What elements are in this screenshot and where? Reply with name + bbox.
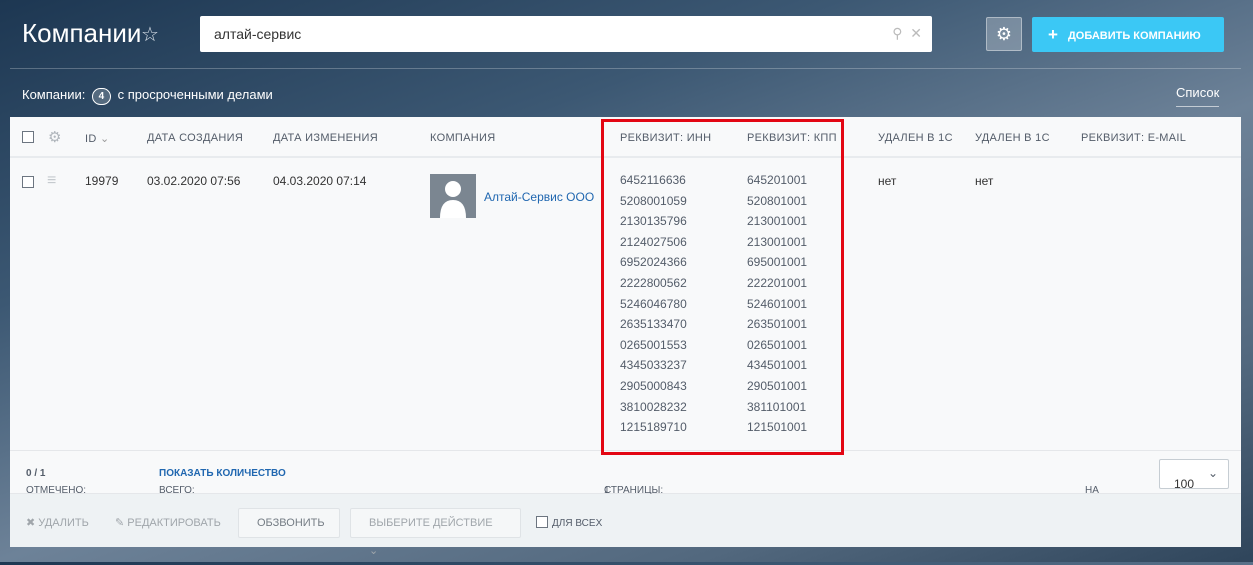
cell-modified: 04.03.2020 07:14 [273,174,367,188]
person-icon [440,181,466,218]
cell-id: 19979 [85,174,119,188]
column-deleted-1c-2[interactable]: УДАЛЕН В 1С [975,132,1050,144]
divider [10,68,1241,69]
grid-footer: ОТМЕЧЕНО: 0 / 1 ВСЕГО: ПОКАЗАТЬ КОЛИЧЕСТ… [10,450,1241,507]
search-input[interactable]: алтай-сервис ⚲ ✕ [200,16,932,52]
for-all-label: ДЛЯ ВСЕХ [552,518,603,529]
gear-icon[interactable]: ⚙ [48,128,61,146]
cell-deleted-1c-2: нет [975,174,994,188]
cell-created: 03.02.2020 07:56 [147,174,241,188]
drag-handle-icon[interactable]: ≡ [47,172,56,190]
edit-button[interactable]: ✎ РЕДАКТИРОВАТЬ [115,516,221,529]
chevron-down-icon: ⌄ [369,545,379,557]
per-page-select[interactable]: 100 ⌄ [1159,459,1229,491]
call-button[interactable]: ОБЗВОНИТЬ [238,508,340,538]
settings-button[interactable]: ⚙ [986,17,1022,51]
sort-icon: ⌄ [99,133,110,145]
select-all-checkbox[interactable] [22,131,34,143]
view-list-link[interactable]: Список [1176,85,1220,107]
plus-icon: + [1048,25,1058,44]
action-select[interactable]: ВЫБЕРИТЕ ДЕЙСТВИЕ ⌄ [350,508,521,557]
add-company-label: ДОБАВИТЬ КОМПАНИЮ [1067,30,1201,42]
highlight-box [601,119,844,455]
action-panel: ✖ УДАЛИТЬ ✎ РЕДАКТИРОВАТЬ ОБЗВОНИТЬ ВЫБЕ… [10,494,1241,557]
search-value: алтай-сервис [214,26,302,42]
chevron-down-icon: ⌄ [1207,466,1218,480]
for-all-checkbox[interactable] [536,516,548,528]
gear-icon: ⚙ [995,24,1013,44]
star-icon[interactable]: ☆ [141,22,159,47]
search-icon[interactable]: ⚲ [892,25,902,41]
overdue-label[interactable]: с просроченными делами [118,87,273,102]
column-id[interactable]: ID ⌄ [85,132,110,145]
column-email[interactable]: РЕКВИЗИТ: E-MAIL [1081,132,1186,144]
add-company-button[interactable]: + ДОБАВИТЬ КОМПАНИЮ [1032,17,1224,52]
column-company[interactable]: КОМПАНИЯ [430,132,495,144]
company-link[interactable]: Алтай-Сервис ООО [484,190,594,204]
column-deleted-1c[interactable]: УДАЛЕН В 1С [878,132,953,144]
show-count-link[interactable]: ПОКАЗАТЬ КОЛИЧЕСТВО [159,468,286,479]
column-created[interactable]: ДАТА СОЗДАНИЯ [147,132,243,144]
stats-bar: Компании: 4 с просроченными делами [22,87,273,105]
cell-deleted-1c: нет [878,174,897,188]
marked-count: 0 / 1 [26,468,46,479]
stats-label: Компании: [22,87,86,102]
clear-icon[interactable]: ✕ [910,25,922,41]
delete-button[interactable]: ✖ УДАЛИТЬ [26,516,89,529]
row-checkbox[interactable] [22,176,34,188]
overdue-count-badge[interactable]: 4 [91,88,111,105]
column-modified[interactable]: ДАТА ИЗМЕНЕНИЯ [273,132,378,144]
page-title: Компании [22,18,142,48]
company-avatar [430,174,476,218]
